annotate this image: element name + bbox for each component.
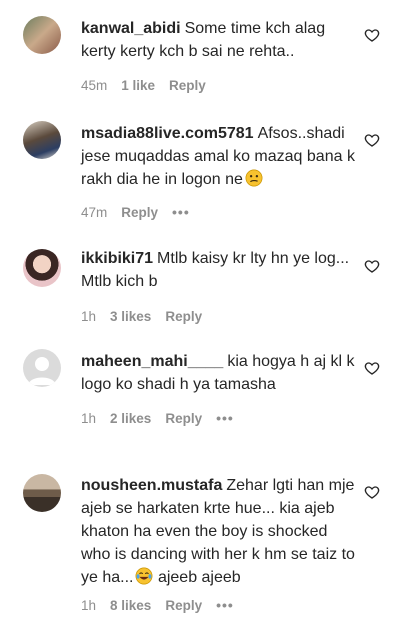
comment-meta: 45m 1 like Reply <box>81 78 206 93</box>
heart-icon[interactable] <box>364 484 380 500</box>
like-count[interactable]: 1 like <box>121 78 155 93</box>
timestamp: 1h <box>81 309 97 324</box>
username[interactable]: kanwal_abidi <box>81 20 181 37</box>
heart-icon[interactable] <box>364 360 380 376</box>
comment-body-continued: ajeeb ajeeb <box>157 569 241 586</box>
timestamp: 45m <box>81 78 108 93</box>
more-options-icon[interactable]: ••• <box>216 410 234 426</box>
comment-meta: 47m Reply ••• <box>81 204 190 220</box>
default-avatar-icon <box>28 357 56 385</box>
tears-of-joy-emoji <box>136 567 153 585</box>
username[interactable]: ikkibiki71 <box>81 250 153 267</box>
comment-meta: 1h 3 likes Reply <box>81 309 202 324</box>
timestamp: 1h <box>81 410 97 426</box>
comment-meta: 1h 8 likes Reply ••• <box>81 597 234 613</box>
like-count[interactable]: 3 likes <box>110 309 151 324</box>
avatar[interactable] <box>23 474 61 512</box>
reply-button[interactable]: Reply <box>165 309 202 324</box>
heart-icon[interactable] <box>364 258 380 274</box>
avatar[interactable] <box>23 16 61 54</box>
comment-text: ikkibiki71 Mtlb kaisy kr lty hn ye log...… <box>81 247 361 293</box>
comment-text: nousheen.mustafa Zehar lgti han mje ajeb … <box>81 474 361 589</box>
timestamp: 1h <box>81 597 97 613</box>
confused-face-emoji <box>245 169 263 187</box>
comment-text: msadia88live.com5781 Afsos..shadi jese mu… <box>81 122 361 191</box>
avatar[interactable] <box>23 249 61 287</box>
heart-icon[interactable] <box>364 27 380 43</box>
username[interactable]: nousheen.mustafa <box>81 477 222 494</box>
reply-button[interactable]: Reply <box>165 411 202 426</box>
reply-button[interactable]: Reply <box>165 598 202 613</box>
reply-button[interactable]: Reply <box>121 205 158 220</box>
more-options-icon[interactable]: ••• <box>172 204 190 220</box>
comment-meta: 1h 2 likes Reply ••• <box>81 410 234 426</box>
avatar[interactable] <box>23 349 61 387</box>
username[interactable]: msadia88live.com5781 <box>81 125 254 142</box>
comment-text: kanwal_abidi Some time kch alag kerty ker… <box>81 17 361 63</box>
like-count[interactable]: 8 likes <box>110 598 151 613</box>
comment-text: maheen_mahi____ kia hogya h aj kl k logo … <box>81 350 361 396</box>
timestamp: 47m <box>81 204 108 220</box>
reply-button[interactable]: Reply <box>169 78 206 93</box>
like-count[interactable]: 2 likes <box>110 411 151 426</box>
heart-icon[interactable] <box>364 132 380 148</box>
more-options-icon[interactable]: ••• <box>216 597 234 613</box>
avatar[interactable] <box>23 121 61 159</box>
username[interactable]: maheen_mahi____ <box>81 353 223 370</box>
